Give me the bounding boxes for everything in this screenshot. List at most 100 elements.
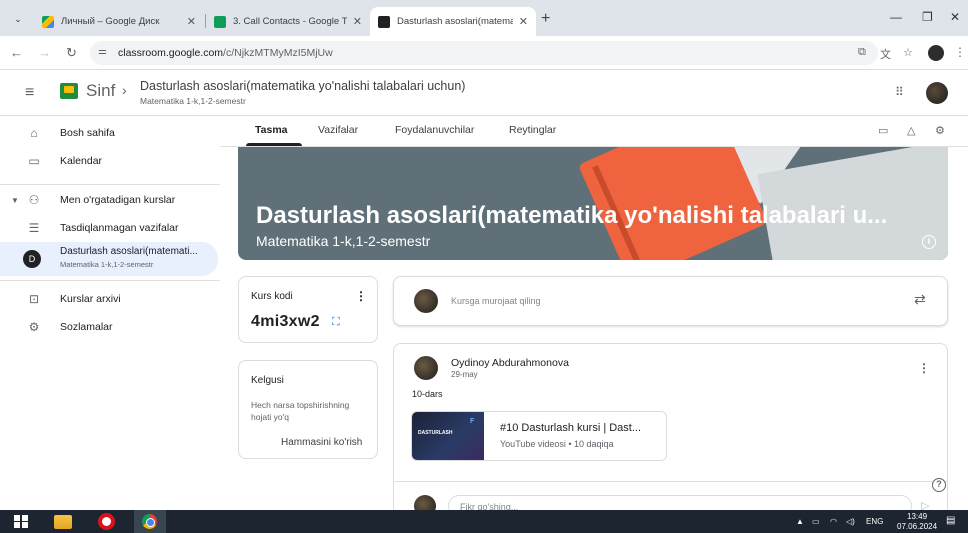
volume-icon[interactable]: ◁): [846, 517, 855, 526]
close-icon[interactable]: ✕: [353, 15, 362, 28]
class-code-label: Kurs kodi: [251, 291, 293, 302]
battery-icon[interactable]: ▭: [812, 517, 820, 526]
caret-down-icon[interactable]: ▼: [11, 196, 19, 205]
user-avatar: [414, 289, 438, 313]
clock-time: 13:49: [907, 512, 928, 521]
tray-chevron-icon[interactable]: ▲: [796, 517, 804, 526]
drive-folder-icon[interactable]: △: [907, 124, 915, 137]
file-explorer-icon[interactable]: [54, 515, 72, 529]
sidebar-item-label: Bosh sahifa: [60, 127, 115, 139]
class-settings-icon[interactable]: ⚙: [935, 124, 945, 137]
tab-search-icon[interactable]: ⌄: [8, 9, 28, 29]
home-icon: ⌂: [30, 126, 38, 140]
sidebar-item-label: Sozlamalar: [60, 321, 113, 333]
class-banner: Dasturlash asoslari(matematika yo'nalish…: [238, 147, 948, 260]
sidebar-item-to-review[interactable]: ☰ Tasdiqlanmagan vazifalar: [0, 214, 218, 242]
browser-tab-drive[interactable]: Личный – Google Диск ✕: [34, 7, 204, 36]
tab-classwork[interactable]: Vazifalar: [318, 124, 358, 136]
attachment-title: #10 Dasturlash kursi | Dast...: [500, 422, 642, 434]
view-all-link[interactable]: Hammasini ko'rish: [281, 437, 362, 448]
sidebar-item-home[interactable]: ⌂ Bosh sahifa: [0, 119, 218, 147]
sidebar-divider: [0, 184, 220, 185]
browser-tab-sheets[interactable]: 3. Call Contacts - Google Табли ✕: [206, 7, 370, 36]
tab-stream[interactable]: Tasma: [255, 124, 288, 136]
app-brand[interactable]: Sinf: [86, 81, 115, 101]
post-date: 29-may: [451, 370, 478, 379]
restore-icon[interactable]: ❐: [922, 10, 933, 24]
video-thumbnail: DASTURLASH F: [412, 412, 484, 460]
classroom-header: ≡ Sinf › Dasturlash asoslari(matematika …: [0, 70, 968, 116]
close-icon[interactable]: ✕: [187, 15, 196, 28]
settings-icon: ⚙: [28, 320, 40, 334]
reload-icon[interactable]: ↻: [66, 45, 77, 61]
upcoming-empty-text: Hech narsa topshirishning hojati yo'q: [251, 400, 350, 422]
url-host: classroom.google.com: [118, 47, 224, 59]
site-info-icon[interactable]: ⚌: [98, 46, 107, 57]
sidebar-item-sublabel: Matematika 1-k,1-2-semestr: [60, 260, 154, 269]
sidebar-item-current-class[interactable]: D Dasturlash asoslari(matemati... Matema…: [0, 242, 218, 276]
classroom-logo-icon[interactable]: [60, 83, 78, 99]
people-icon: ⚇: [28, 193, 40, 207]
windows-start-icon[interactable]: [14, 515, 28, 528]
active-tab-indicator: [246, 143, 302, 146]
new-tab-icon[interactable]: +: [541, 10, 550, 28]
author-avatar: [414, 356, 438, 380]
archive-icon: ⊡: [28, 292, 40, 306]
calendar-icon: ▭: [28, 154, 40, 168]
browser-menu-icon[interactable]: ⋮: [954, 45, 966, 59]
class-code: 4mi3xw2: [251, 313, 320, 330]
attachment-meta: YouTube videosi • 10 daqiqa: [500, 439, 614, 449]
sidebar-item-settings[interactable]: ⚙ Sozlamalar: [0, 313, 218, 341]
close-icon[interactable]: ✕: [519, 15, 528, 28]
url-text[interactable]: classroom.google.com/c/NjkzMTMyMzI5MjUw: [118, 47, 333, 59]
help-icon[interactable]: ?: [932, 478, 946, 492]
cast-icon[interactable]: ⧉: [858, 46, 866, 59]
sidebar-item-teaching[interactable]: ▼ ⚇ Men o'rgatadigan kurslar: [0, 186, 218, 214]
main-menu-icon[interactable]: ≡: [25, 84, 34, 102]
post-author: Oydinoy Abdurahmonova: [451, 357, 569, 369]
minimize-icon[interactable]: —: [890, 10, 902, 24]
class-title[interactable]: Dasturlash asoslari(matematika yo'nalish…: [140, 79, 465, 93]
sidebar-item-label: Men o'rgatadigan kurslar: [60, 194, 176, 206]
video-attachment[interactable]: DASTURLASH F #10 Dasturlash kursi | Dast…: [411, 411, 667, 461]
window-close-icon[interactable]: ✕: [950, 10, 960, 24]
more-vert-icon[interactable]: ⋮: [355, 289, 367, 303]
bookmark-star-icon[interactable]: ☆: [903, 46, 913, 59]
wifi-icon[interactable]: ◠: [830, 517, 837, 526]
chrome-icon[interactable]: [134, 510, 166, 533]
sidebar: ⌂ Bosh sahifa ▭ Kalendar ▼ ⚇ Men o'rgata…: [0, 116, 220, 510]
chevron-right-icon: ›: [122, 82, 127, 98]
sidebar-item-label: Dasturlash asoslari(matemati...: [60, 246, 198, 257]
classroom-favicon-icon: [378, 15, 390, 28]
back-icon[interactable]: ←: [10, 45, 23, 60]
calendar-icon[interactable]: ▭: [878, 124, 888, 137]
tab-grades[interactable]: Reytinglar: [509, 124, 556, 136]
post-text: 10-dars: [412, 389, 443, 399]
more-vert-icon[interactable]: ⋮: [918, 361, 930, 375]
sidebar-item-label: Kurslar arxivi: [60, 293, 121, 305]
google-apps-icon[interactable]: ⠿: [895, 85, 904, 99]
account-avatar[interactable]: [926, 82, 948, 104]
tab-people[interactable]: Foydalanuvchilar: [395, 124, 474, 136]
profile-avatar[interactable]: [928, 45, 944, 61]
sidebar-item-calendar[interactable]: ▭ Kalendar: [0, 147, 218, 175]
sidebar-item-archive[interactable]: ⊡ Kurslar arxivi: [0, 285, 218, 313]
notifications-icon[interactable]: ▤: [946, 515, 955, 526]
announce-placeholder[interactable]: Kursga murojaat qiling: [451, 296, 541, 306]
forward-icon[interactable]: →: [38, 45, 51, 60]
taskbar-clock[interactable]: 13:49 07.06.2024: [897, 512, 937, 532]
opera-icon[interactable]: [98, 513, 115, 530]
thumbnail-text: DASTURLASH: [418, 430, 453, 436]
announce-box[interactable]: Kursga murojaat qiling ⇄: [393, 276, 948, 326]
info-icon[interactable]: i: [922, 235, 936, 249]
class-tabs: Tasma Vazifalar Foydalanuvchilar Reyting…: [220, 116, 968, 147]
language-indicator[interactable]: ENG: [866, 517, 883, 526]
fullscreen-icon[interactable]: ⛶: [332, 316, 340, 329]
class-letter-avatar: D: [23, 250, 41, 268]
windows-taskbar: ▲ ▭ ◠ ◁) ENG 13:49 07.06.2024 ▤: [0, 510, 968, 533]
translate-icon[interactable]: 文: [880, 46, 891, 62]
address-bar[interactable]: ⚌ classroom.google.com/c/NjkzMTMyMzI5MjU…: [90, 41, 878, 65]
post-divider: [394, 481, 947, 482]
browser-tab-classroom[interactable]: Dasturlash asoslari(matematika ✕: [370, 7, 536, 36]
repost-icon[interactable]: ⇄: [914, 291, 926, 308]
